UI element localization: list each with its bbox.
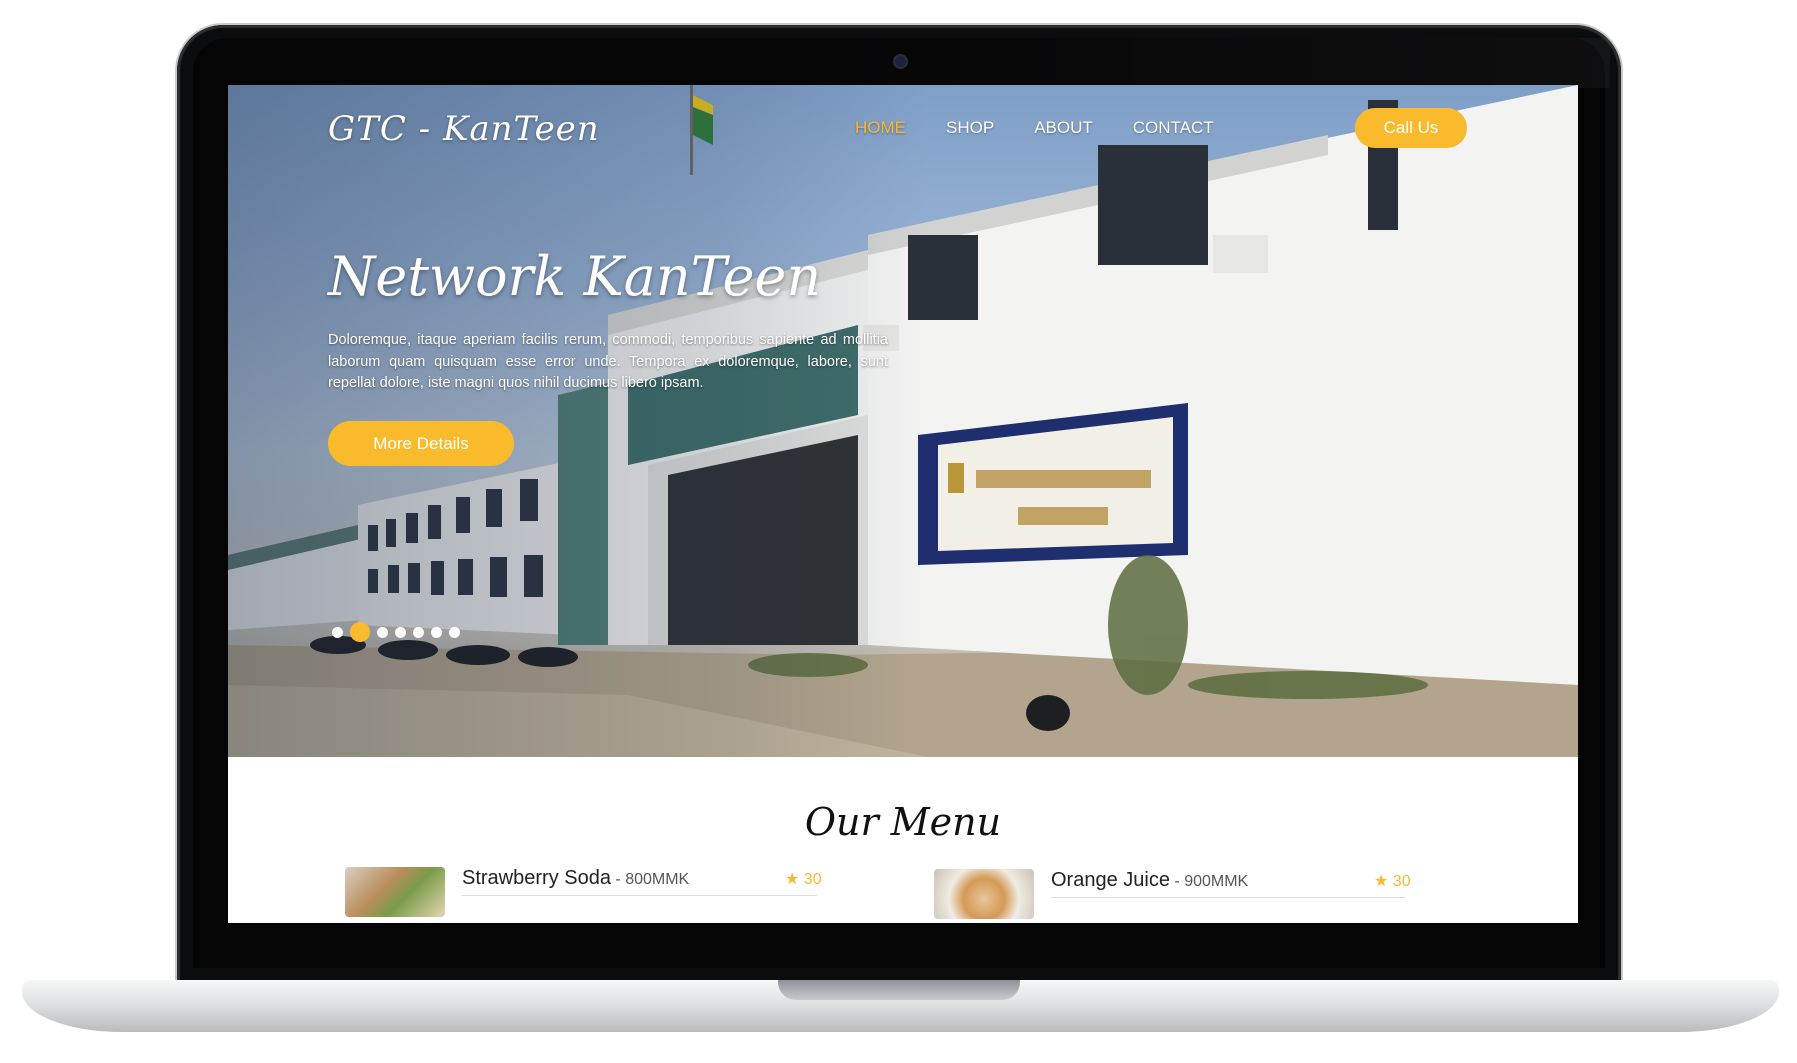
menu-item-name: Strawberry Soda - 800MMK (462, 867, 690, 889)
nav-shop[interactable]: SHOP (946, 118, 994, 138)
site-logo[interactable]: GTC - KanTeen (328, 109, 600, 149)
menu-item-rating: ★ 30 (1374, 873, 1411, 890)
menu-item-name: Orange Juice - 900MMK (1051, 869, 1249, 891)
slider-dot[interactable] (350, 622, 370, 642)
menu-item-price: - 900MMK (1169, 873, 1249, 890)
hero-title: Network KanTeen (328, 245, 822, 308)
nav-about[interactable]: ABOUT (1034, 118, 1093, 138)
website-screen: GTC - KanTeen HOME SHOP ABOUT CONTACT Ca… (228, 85, 1578, 923)
more-details-button[interactable]: More Details (328, 421, 514, 466)
star-icon: ★ (785, 871, 800, 888)
slider-dot[interactable] (431, 626, 442, 638)
menu-item[interactable]: Strawberry Soda - 800MMK ★ 30 (345, 867, 822, 923)
bezel-glare (730, 38, 1610, 88)
hero-description: Doloremque, itaque aperiam facilis rerum… (328, 332, 888, 391)
star-icon: ★ (1374, 873, 1389, 890)
slider-dot[interactable] (332, 626, 343, 638)
slider-dots (332, 622, 460, 642)
laptop-base-notch (778, 980, 1020, 1000)
slider-dot[interactable] (413, 626, 424, 638)
menu-item[interactable]: Orange Juice - 900MMK ★ 30 (934, 869, 1411, 923)
hero-section: GTC - KanTeen HOME SHOP ABOUT CONTACT Ca… (228, 85, 1578, 757)
slider-dot[interactable] (449, 626, 460, 638)
camera-icon (895, 56, 906, 67)
hero-overlay (228, 85, 928, 757)
call-us-button[interactable]: Call Us (1355, 108, 1467, 148)
menu-item-image (934, 869, 1034, 919)
menu-item-divider (1051, 897, 1406, 898)
menu-item-divider (462, 895, 817, 896)
menu-item-image (345, 867, 445, 917)
slider-dot[interactable] (395, 626, 406, 638)
slider-dot[interactable] (377, 626, 388, 638)
menu-item-price: - 800MMK (610, 871, 690, 888)
menu-item-rating: ★ 30 (785, 871, 822, 888)
menu-title: Our Menu (804, 800, 1002, 844)
nav-contact[interactable]: CONTACT (1133, 118, 1214, 138)
main-nav: HOME SHOP ABOUT CONTACT (855, 118, 1214, 138)
nav-home[interactable]: HOME (855, 118, 906, 138)
